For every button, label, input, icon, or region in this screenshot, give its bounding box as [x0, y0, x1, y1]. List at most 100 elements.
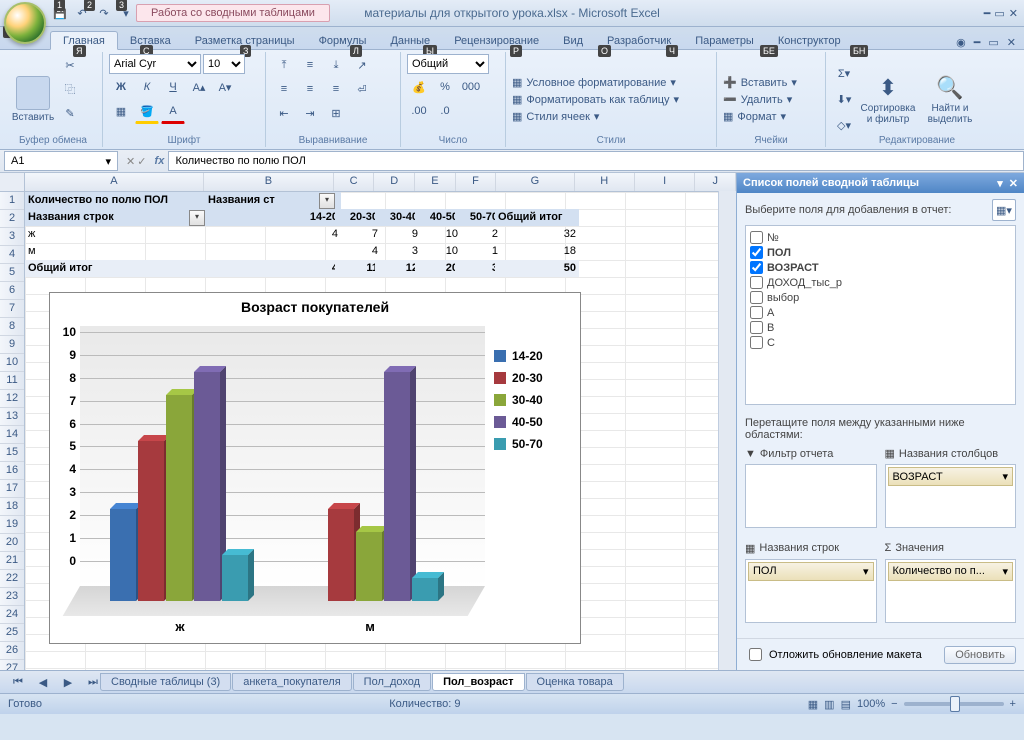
area-item-cols[interactable]: ВОЗРАСТ▾ — [888, 467, 1014, 486]
field-C[interactable]: C — [750, 335, 1011, 350]
help-icon[interactable]: ◉ — [956, 36, 966, 49]
col-header-I[interactable]: I — [635, 173, 695, 191]
field-A[interactable]: A — [750, 305, 1011, 320]
close-icon[interactable]: ✕ — [1009, 7, 1018, 20]
cell[interactable]: 14-20 — [205, 209, 341, 226]
name-box[interactable]: A1▾ — [4, 151, 118, 171]
align-bottom-icon[interactable]: ⤓ — [324, 54, 348, 76]
sheet-tab[interactable]: анкета_покупателя — [232, 673, 351, 691]
orientation-icon[interactable]: ↗ — [350, 54, 374, 76]
row-header-10[interactable]: 10 — [0, 354, 24, 372]
row-header-21[interactable]: 21 — [0, 552, 24, 570]
cell[interactable]: Названия строк — [25, 209, 211, 226]
row-header-17[interactable]: 17 — [0, 480, 24, 498]
pane-close-icon[interactable]: ✕ — [1009, 177, 1018, 190]
font-size-combo[interactable]: 10 — [203, 54, 245, 74]
bar[interactable] — [356, 532, 382, 601]
field-ДОХОД_тыс_р[interactable]: ДОХОД_тыс_р — [750, 275, 1011, 290]
col-header-A[interactable]: A — [25, 173, 204, 191]
zoom-slider[interactable] — [904, 702, 1004, 706]
comma-icon[interactable]: 000 — [459, 76, 483, 98]
row-header-25[interactable]: 25 — [0, 624, 24, 642]
align-left-icon[interactable]: ≡ — [272, 78, 296, 100]
doc-restore-icon[interactable]: ▭ — [988, 36, 998, 49]
legend-item[interactable]: 30-40 — [494, 393, 576, 407]
layout-options-icon[interactable]: ▦▾ — [992, 199, 1016, 221]
select-all-corner[interactable] — [0, 173, 25, 191]
col-header-F[interactable]: F — [456, 173, 497, 191]
zoom-level[interactable]: 100% — [857, 698, 885, 710]
sort-filter-button[interactable]: ⬍ Сортировка и фильтр — [858, 54, 918, 145]
sheet-tab[interactable]: Пол_возраст — [432, 673, 524, 691]
format-table-button[interactable]: ▦ Форматировать как таблицу ▾ — [512, 93, 710, 106]
field-ПОЛ[interactable]: ПОЛ — [750, 245, 1011, 260]
grow-font-icon[interactable]: A▴ — [187, 76, 211, 98]
row-header-24[interactable]: 24 — [0, 606, 24, 624]
col-header-D[interactable]: D — [374, 173, 415, 191]
field-list[interactable]: №ПОЛВОЗРАСТДОХОД_тыс_рвыборABC — [745, 225, 1016, 405]
shrink-font-icon[interactable]: A▾ — [213, 76, 237, 98]
cells-delete-button[interactable]: ➖ Удалить ▾ — [723, 93, 819, 106]
bar[interactable] — [194, 372, 220, 601]
cell[interactable]: 50 — [495, 260, 579, 277]
tab-first-icon[interactable]: ⏮ — [6, 671, 30, 693]
row-header-27[interactable]: 27 — [0, 660, 24, 670]
view-layout-icon[interactable]: ▥ — [824, 698, 834, 711]
maximize-icon[interactable]: ▭ — [994, 7, 1004, 20]
fill-icon[interactable]: ⬇▾ — [832, 89, 856, 111]
merge-icon[interactable]: ⊞ — [324, 102, 348, 124]
update-button[interactable]: Обновить — [944, 646, 1016, 664]
sheet-tab[interactable]: Пол_доход — [353, 673, 431, 691]
bold-button[interactable]: Ж — [109, 76, 133, 98]
cell[interactable]: Общий итог — [25, 260, 211, 277]
pivot-dropdown[interactable]: ▾ — [319, 193, 335, 209]
cancel-formula-icon[interactable]: ✕ — [126, 155, 135, 168]
col-header-G[interactable]: G — [496, 173, 574, 191]
row-header-2[interactable]: 2 — [0, 210, 24, 228]
row-header-1[interactable]: 1 — [0, 192, 24, 210]
font-color-icon[interactable]: A — [161, 100, 185, 124]
col-header-J[interactable]: J — [695, 173, 736, 191]
bar[interactable] — [110, 509, 136, 601]
fx-icon[interactable]: fx — [150, 155, 168, 167]
fill-color-icon[interactable]: 🪣 — [135, 100, 159, 124]
tab-last-icon[interactable]: ⏭ — [81, 671, 105, 693]
tab-next-icon[interactable]: ▶ — [56, 671, 80, 693]
tab-params[interactable]: Параметры — [683, 32, 766, 49]
zoom-out-icon[interactable]: − — [891, 698, 897, 710]
cut-icon[interactable]: ✂ — [58, 54, 82, 76]
cell[interactable]: Общий итог — [495, 209, 579, 226]
cells-format-button[interactable]: ▦ Формат ▾ — [723, 110, 819, 123]
cell[interactable]: 18 — [495, 243, 579, 260]
align-right-icon[interactable]: ≡ — [324, 78, 348, 100]
wrap-text-icon[interactable]: ⏎ — [350, 78, 374, 100]
ribbon-minimize-icon[interactable]: ━ — [974, 36, 981, 49]
col-header-H[interactable]: H — [575, 173, 635, 191]
bar[interactable] — [412, 578, 438, 601]
area-filter-box[interactable] — [745, 464, 877, 528]
row-header-15[interactable]: 15 — [0, 444, 24, 462]
col-header-B[interactable]: B — [204, 173, 334, 191]
pivot-dropdown[interactable]: ▾ — [189, 210, 205, 226]
dec-decimal-icon[interactable]: .0 — [433, 100, 457, 122]
minimize-icon[interactable]: ━ — [984, 7, 991, 20]
view-break-icon[interactable]: ▤ — [841, 698, 851, 711]
pane-options-icon[interactable]: ▾ — [997, 177, 1003, 190]
accept-formula-icon[interactable]: ✓ — [137, 155, 146, 168]
align-center-icon[interactable]: ≡ — [298, 78, 322, 100]
view-normal-icon[interactable]: ▦ — [808, 698, 818, 711]
row-header-4[interactable]: 4 — [0, 246, 24, 264]
bar[interactable] — [384, 372, 410, 601]
area-item-vals[interactable]: Количество по п...▾ — [888, 562, 1014, 581]
area-vals-box[interactable]: Количество по п...▾ — [885, 559, 1017, 623]
cell[interactable]: 4 — [205, 260, 341, 277]
area-cols-box[interactable]: ВОЗРАСТ▾ — [885, 464, 1017, 528]
col-header-E[interactable]: E — [415, 173, 456, 191]
row-header-5[interactable]: 5 — [0, 264, 24, 282]
zoom-in-icon[interactable]: + — [1010, 698, 1016, 710]
currency-icon[interactable]: 💰 — [407, 76, 431, 98]
bar[interactable] — [328, 509, 354, 601]
row-header-13[interactable]: 13 — [0, 408, 24, 426]
find-select-button[interactable]: 🔍 Найти и выделить — [920, 54, 980, 145]
field-ВОЗРАСТ[interactable]: ВОЗРАСТ — [750, 260, 1011, 275]
